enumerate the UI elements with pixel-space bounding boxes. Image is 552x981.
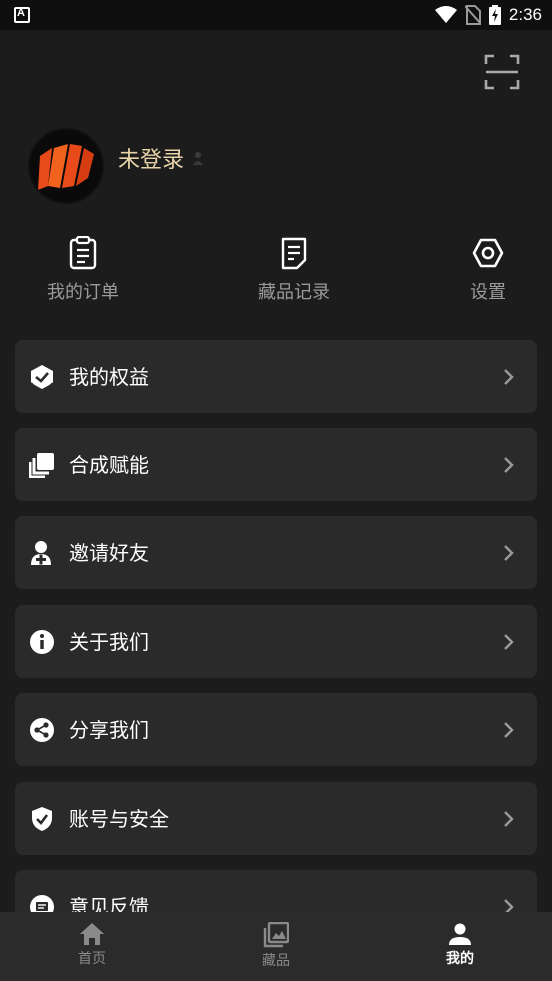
menu-item-my-rights[interactable]: 我的权益 <box>15 340 537 413</box>
menu-label: 邀请好友 <box>69 541 149 565</box>
quick-action-label: 藏品记录 <box>258 282 330 303</box>
menu-item-account-security[interactable]: 账号与安全 <box>15 782 537 855</box>
menu-item-synthesis[interactable]: 合成赋能 <box>15 428 537 501</box>
document-icon <box>281 237 307 270</box>
quick-action-orders[interactable]: 我的订单 <box>23 236 143 304</box>
menu-item-about-us[interactable]: 关于我们 <box>15 605 537 678</box>
quick-action-label: 我的订单 <box>47 282 119 303</box>
wifi-icon <box>434 6 457 23</box>
status-time: 2:36 <box>508 5 542 24</box>
tab-collection[interactable]: 藏品 <box>226 922 326 970</box>
no-sim-icon <box>464 5 481 25</box>
chevron-right-icon <box>504 545 514 561</box>
menu-label: 账号与安全 <box>69 807 169 831</box>
quick-action-label: 设置 <box>470 282 506 303</box>
brand-logo-icon <box>30 130 102 202</box>
tab-label: 藏品 <box>262 953 290 969</box>
scan-icon[interactable] <box>484 54 520 90</box>
profile-info[interactable]: 未登录 <box>118 142 204 174</box>
avatar[interactable] <box>28 128 104 204</box>
quick-action-collection-records[interactable]: 藏品记录 <box>234 236 354 304</box>
quick-action-settings[interactable]: 设置 <box>428 236 548 304</box>
status-icons: 2:36 <box>434 4 542 26</box>
share-icon <box>30 718 54 742</box>
synthesis-layers-icon <box>29 453 54 478</box>
username[interactable]: 未登录 <box>118 142 184 174</box>
settings-hexagon-icon <box>472 238 504 268</box>
menu-item-invite-friends[interactable]: 邀请好友 <box>15 516 537 589</box>
bottom-tab-bar: 首页 藏品 我的 <box>0 912 552 981</box>
image-gallery-icon <box>263 922 289 948</box>
status-bar: 2:36 <box>0 0 552 30</box>
tab-label: 首页 <box>78 951 106 967</box>
menu-label: 合成赋能 <box>69 453 149 477</box>
menu-item-share-us[interactable]: 分享我们 <box>15 693 537 766</box>
menu-label: 分享我们 <box>69 718 149 742</box>
info-icon <box>30 630 54 654</box>
chevron-right-icon <box>504 634 514 650</box>
invite-friend-icon <box>31 541 51 565</box>
home-icon <box>80 923 104 945</box>
chevron-right-icon <box>504 369 514 385</box>
battery-charging-icon <box>488 5 501 25</box>
menu-label: 我的权益 <box>69 365 149 389</box>
user-badge-icon <box>193 152 204 165</box>
notification-a-icon <box>14 7 30 23</box>
tab-label: 我的 <box>446 951 474 967</box>
order-clipboard-icon <box>69 236 97 270</box>
rights-badge-icon <box>30 365 54 390</box>
shield-check-icon <box>32 807 52 831</box>
chevron-right-icon <box>504 457 514 473</box>
menu-label: 关于我们 <box>69 630 149 654</box>
chevron-right-icon <box>504 722 514 738</box>
tab-mine[interactable]: 我的 <box>410 922 510 968</box>
tab-home[interactable]: 首页 <box>42 922 142 968</box>
chevron-right-icon <box>504 811 514 827</box>
person-icon <box>449 923 471 945</box>
